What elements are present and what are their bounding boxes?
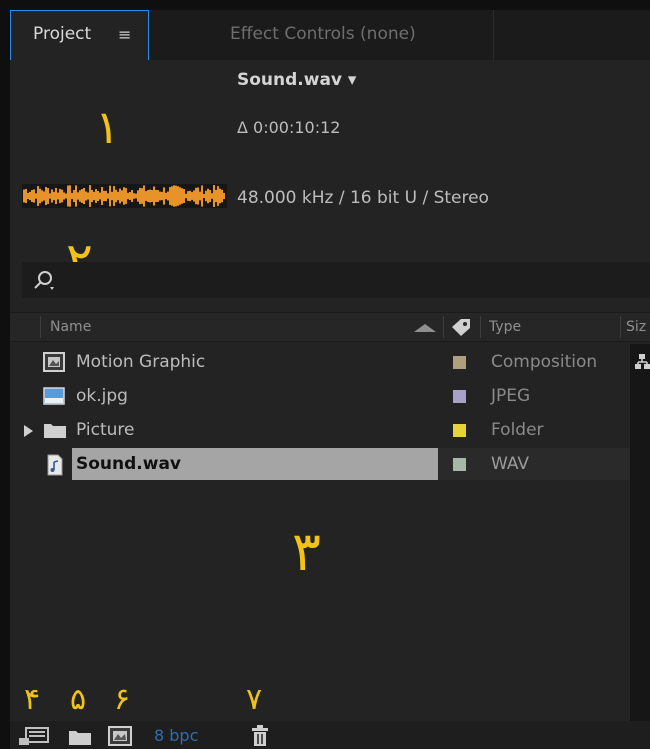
label-swatch[interactable] (453, 356, 466, 369)
preview-audio-info: 48.000 kHz / 16 bit U / Stereo (237, 188, 489, 208)
item-type: JPEG (491, 386, 531, 406)
tab-effect-controls[interactable]: Effect Controls (none) (230, 24, 416, 44)
column-name[interactable]: Name (50, 319, 91, 335)
search-input[interactable] (22, 262, 650, 298)
label-swatch[interactable] (453, 390, 466, 403)
list-header (10, 312, 650, 342)
annotation-1: ١ (95, 100, 120, 154)
annotation-3: ۳ (292, 520, 322, 583)
tab-divider (493, 10, 494, 61)
column-divider (480, 316, 481, 338)
item-type: WAV (491, 454, 530, 474)
composition-icon (43, 352, 65, 372)
annotation-5: ۵ (70, 682, 87, 717)
sort-arrow-icon[interactable] (410, 320, 440, 336)
column-divider (40, 316, 41, 338)
image-icon (43, 387, 65, 405)
label-tag-icon[interactable] (449, 317, 473, 337)
audio-waveform (22, 184, 227, 208)
preview-file-title[interactable]: Sound.wav ▾ (237, 70, 356, 90)
column-type[interactable]: Type (489, 319, 521, 335)
label-swatch[interactable] (453, 458, 466, 471)
panel-menu-icon[interactable]: ≡ (118, 25, 131, 44)
interpret-footage-icon[interactable] (18, 726, 50, 746)
item-name: Sound.wav (76, 454, 182, 474)
new-composition-icon[interactable] (108, 726, 132, 746)
column-divider (620, 316, 621, 338)
tab-project-label[interactable]: Project (33, 24, 91, 44)
folder-icon (44, 424, 66, 438)
search-icon[interactable] (30, 268, 58, 292)
item-name: ok.jpg (76, 386, 128, 406)
bottom-toolbar (10, 721, 650, 749)
item-type: Folder (491, 420, 544, 440)
column-divider (443, 316, 444, 338)
expand-triangle-icon[interactable] (22, 424, 34, 438)
size-column-strip (630, 344, 650, 721)
item-name: Picture (76, 420, 135, 440)
preview-duration: Δ 0:00:10:12 (237, 118, 341, 137)
new-folder-icon[interactable] (68, 728, 92, 746)
label-swatch[interactable] (453, 424, 466, 437)
annotation-7: ۷ (246, 682, 263, 717)
annotation-4: ۴ (24, 682, 41, 717)
audio-file-icon (47, 454, 63, 476)
item-name: Motion Graphic (76, 352, 206, 372)
item-type: Composition (491, 352, 598, 372)
annotation-6: ۶ (114, 682, 131, 717)
column-size[interactable]: Siz (626, 319, 646, 335)
comp-flowchart-icon (635, 354, 650, 369)
bit-depth-button[interactable]: 8 bpc (154, 726, 198, 745)
trash-icon[interactable] (250, 725, 270, 747)
